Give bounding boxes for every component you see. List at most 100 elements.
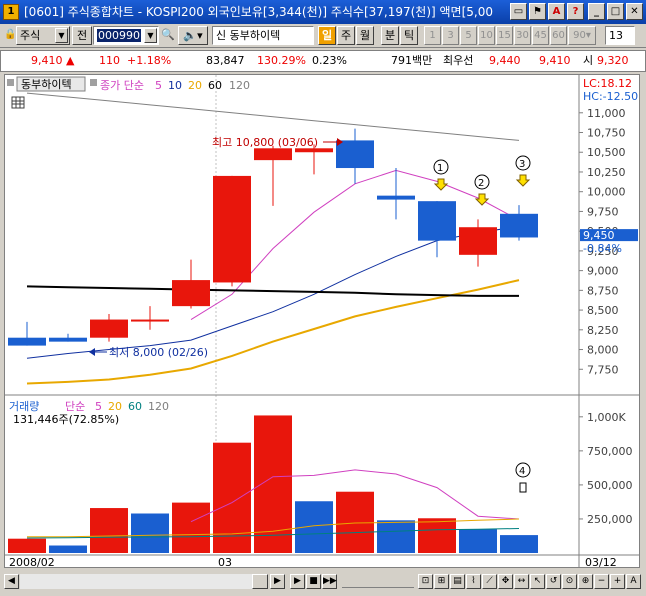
drag-icon[interactable]: ↔ bbox=[514, 574, 529, 589]
volume-marker: 4 bbox=[515, 462, 531, 493]
period-90-select[interactable]: 90▾ bbox=[568, 26, 596, 45]
tab-day[interactable]: 일 bbox=[318, 26, 336, 45]
speaker-button[interactable]: 🔈▾ bbox=[178, 26, 208, 45]
quote-change-pct: +1.18% bbox=[127, 54, 172, 67]
tab-week[interactable]: 주 bbox=[337, 26, 355, 45]
minimize-button[interactable]: _ bbox=[588, 3, 605, 20]
candle-body bbox=[336, 140, 374, 169]
chart-area[interactable]: 동부하이텍 종가 단순 5 10 20 60 120 LC:18.12 HC:-… bbox=[4, 74, 640, 569]
app-icon[interactable]: 1 bbox=[3, 4, 19, 20]
scroll-left-button[interactable]: ◀ bbox=[4, 574, 19, 589]
zoom-icon[interactable]: ⊙ bbox=[562, 574, 577, 589]
scroll-thumb[interactable] bbox=[252, 574, 268, 589]
handle-icon[interactable] bbox=[7, 79, 14, 86]
candle-body bbox=[213, 175, 251, 283]
play-icon[interactable]: ▶ bbox=[290, 574, 305, 589]
chart-icon[interactable]: ⌇ bbox=[466, 574, 481, 589]
fast-forward-icon[interactable]: ▶▶ bbox=[322, 574, 337, 589]
ma120-line bbox=[26, 92, 520, 141]
search-icon[interactable]: 🔍 bbox=[161, 26, 175, 45]
help-icon[interactable]: ? bbox=[567, 3, 584, 20]
period-30[interactable]: 30 bbox=[514, 26, 531, 45]
reset-icon[interactable]: ↺ bbox=[546, 574, 561, 589]
draw-line-icon[interactable]: ⟋ bbox=[482, 574, 497, 589]
volume-bar bbox=[418, 518, 456, 553]
ma120-label: 120 bbox=[229, 79, 250, 92]
grid-icon[interactable] bbox=[11, 96, 25, 109]
marker-label: 2 bbox=[478, 178, 484, 189]
period-5[interactable]: 5 bbox=[460, 26, 477, 45]
current-pct-label: -0.84% bbox=[583, 242, 622, 255]
table-icon[interactable]: ▤ bbox=[450, 574, 465, 589]
scroll-track[interactable] bbox=[20, 574, 268, 589]
price-tick-label: 8,000 bbox=[587, 344, 619, 357]
lock-icon[interactable]: 🔒 bbox=[4, 26, 16, 45]
close-button[interactable]: ✕ bbox=[626, 3, 643, 20]
zoom-in-icon[interactable]: ⊕ bbox=[578, 574, 593, 589]
period-1[interactable]: 1 bbox=[424, 26, 441, 45]
zoom-slider[interactable] bbox=[342, 575, 414, 588]
chart-canvas[interactable]: 동부하이텍 종가 단순 5 10 20 60 120 LC:18.12 HC:-… bbox=[5, 75, 639, 569]
yellow-arrow-icon bbox=[515, 174, 531, 187]
volume-bar bbox=[172, 502, 210, 553]
font-size-icon[interactable]: A bbox=[626, 574, 641, 589]
period-3[interactable]: 3 bbox=[442, 26, 459, 45]
current-price-label: 9,450 bbox=[583, 229, 615, 242]
speaker-icon: 🔈▾ bbox=[183, 29, 203, 42]
volume-bar bbox=[500, 535, 538, 553]
price-tick-label: 10,500 bbox=[587, 146, 626, 159]
tab-tick[interactable]: 틱 bbox=[400, 26, 418, 45]
price-tick-label: 8,750 bbox=[587, 284, 619, 297]
ma60-label: 60 bbox=[208, 79, 222, 92]
scroll-right-button[interactable]: ▶ bbox=[270, 574, 285, 589]
move-icon[interactable]: ✥ bbox=[498, 574, 513, 589]
period-45[interactable]: 45 bbox=[532, 26, 549, 45]
price-tick-label: 10,250 bbox=[587, 166, 626, 179]
volume-label[interactable]: 거래량 bbox=[9, 400, 39, 413]
chevron-down-icon[interactable]: ▼ bbox=[55, 28, 68, 43]
yellow-arrow-icon bbox=[433, 178, 449, 191]
jeon-button[interactable]: 전 bbox=[72, 26, 92, 45]
period-10[interactable]: 10 bbox=[478, 26, 495, 45]
flag-icon[interactable]: ⚑ bbox=[529, 3, 546, 20]
quote-volume: 83,847 bbox=[206, 54, 245, 67]
period-90-label: 90 bbox=[573, 30, 586, 41]
period-60[interactable]: 60 bbox=[550, 26, 567, 45]
maximize-button[interactable]: □ bbox=[607, 3, 624, 20]
ma-indicator-label[interactable]: 종가 단순 bbox=[100, 79, 144, 92]
period-15[interactable]: 15 bbox=[496, 26, 513, 45]
stock-name-field: 신 동부하이텍 bbox=[212, 26, 314, 45]
ma5-label: 5 bbox=[155, 79, 162, 92]
markers: 1 2 3 bbox=[433, 155, 531, 206]
chevron-down-icon[interactable]: ▼ bbox=[144, 28, 157, 43]
market-select[interactable]: 주식 ▼ bbox=[16, 26, 70, 45]
volume-bar bbox=[8, 538, 46, 553]
ma20-label: 20 bbox=[188, 79, 202, 92]
font-icon[interactable]: A bbox=[548, 3, 565, 20]
ma10-label: 10 bbox=[168, 79, 182, 92]
price-tick-label: 10,000 bbox=[587, 186, 626, 199]
compare-icon[interactable]: ⊞ bbox=[434, 574, 449, 589]
overlay-icon[interactable]: ⊡ bbox=[418, 574, 433, 589]
candle-body bbox=[90, 319, 128, 338]
count-input[interactable]: 13 bbox=[605, 26, 635, 45]
stock-code-input[interactable]: 000990 ▼ bbox=[93, 26, 159, 45]
price-tick-label: 7,750 bbox=[587, 363, 619, 376]
current-volume-label: 131,446주(72.85%) bbox=[13, 413, 119, 426]
zoom-out-icon[interactable]: − bbox=[594, 574, 609, 589]
volume-axis: 1,000K 750,000 500,000 250,000 bbox=[579, 411, 633, 526]
tab-month[interactable]: 월 bbox=[356, 26, 374, 45]
low-annotation: 최저 8,000 (02/26) bbox=[109, 346, 208, 359]
vma20-label: 20 bbox=[108, 400, 122, 413]
tab-minute[interactable]: 분 bbox=[381, 26, 399, 45]
candles bbox=[8, 128, 538, 346]
price-tick-label: 9,000 bbox=[587, 265, 619, 278]
vma5-label: 5 bbox=[95, 400, 102, 413]
handle-icon[interactable] bbox=[90, 79, 97, 86]
quote-change: 110 bbox=[99, 54, 120, 67]
stop-icon[interactable]: ■ bbox=[306, 574, 321, 589]
add-icon[interactable]: + bbox=[610, 574, 625, 589]
pointer-icon[interactable]: ↖ bbox=[530, 574, 545, 589]
copy-icon[interactable]: ▭ bbox=[510, 3, 527, 20]
ma10-line bbox=[26, 225, 520, 359]
